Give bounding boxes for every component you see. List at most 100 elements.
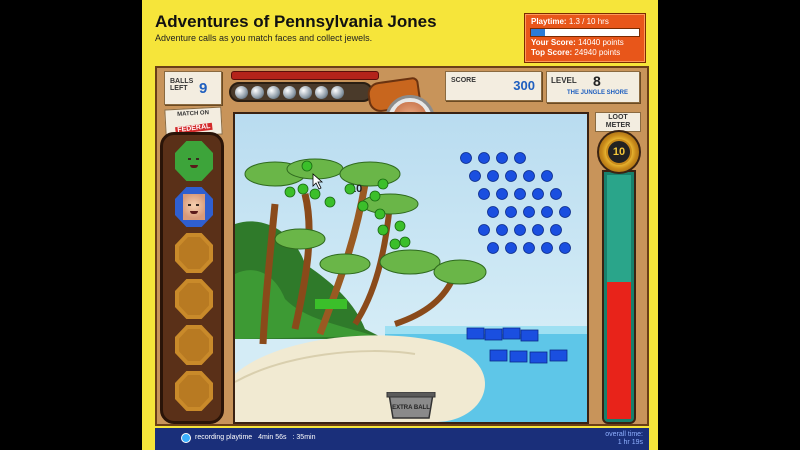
face-slot-6 bbox=[175, 371, 213, 411]
blue-brick bbox=[484, 328, 503, 341]
playtime-progress-fill bbox=[531, 29, 546, 36]
playfield-scene: 10 bbox=[235, 152, 587, 422]
level-plaque: LEVEL 8 THE JUNGLE SHORE bbox=[546, 71, 640, 103]
queued-ball bbox=[331, 86, 344, 99]
recording-status: recording playtime 4min 56s : 35min bbox=[195, 434, 319, 441]
loot-meter-value: 10 bbox=[606, 139, 632, 165]
queued-ball bbox=[267, 86, 280, 99]
balls-left-label: BALLS LEFT bbox=[170, 78, 193, 92]
blue-jewel bbox=[487, 242, 499, 254]
blue-jewel bbox=[523, 206, 535, 218]
blue-jewel bbox=[505, 206, 517, 218]
green-jewel bbox=[369, 190, 381, 202]
face-slot-5 bbox=[175, 325, 213, 365]
blue-jewel bbox=[478, 152, 490, 164]
blue-jewel bbox=[514, 188, 526, 200]
balls-left-label-line2: LEFT bbox=[170, 85, 188, 92]
green-jewel bbox=[301, 160, 313, 172]
record-icon bbox=[181, 433, 191, 443]
queued-ball bbox=[299, 86, 312, 99]
blue-jewel bbox=[532, 224, 544, 236]
blue-jewel bbox=[541, 242, 553, 254]
green-jewel bbox=[357, 200, 369, 212]
loot-meter-fill bbox=[607, 281, 631, 419]
blue-jewel bbox=[496, 152, 508, 164]
blue-jewel bbox=[505, 242, 517, 254]
blue-jewel bbox=[514, 224, 526, 236]
blue-jewel bbox=[541, 206, 553, 218]
queued-ball bbox=[235, 86, 248, 99]
blue-jewel bbox=[487, 170, 499, 182]
blue-jewel bbox=[514, 152, 526, 164]
face-slot-2 bbox=[175, 187, 213, 227]
score-label: SCORE bbox=[451, 77, 476, 84]
blue-brick bbox=[502, 327, 521, 340]
level-label: LEVEL bbox=[551, 76, 577, 85]
blue-jewel bbox=[487, 206, 499, 218]
footer-bar: recording playtime 4min 56s : 35min over… bbox=[155, 428, 649, 450]
blue-jewel bbox=[478, 188, 490, 200]
blue-jewel bbox=[460, 152, 472, 164]
match-on-label: MATCH ON bbox=[176, 110, 210, 118]
overall-time: overall time: 1 hr 19s bbox=[605, 431, 643, 447]
green-bricks bbox=[315, 299, 347, 309]
face-slot-4 bbox=[175, 279, 213, 319]
queued-ball bbox=[283, 86, 296, 99]
blue-brick bbox=[509, 350, 528, 363]
green-face-icon bbox=[183, 148, 205, 174]
green-jewel bbox=[377, 224, 389, 236]
overall-time-label: overall time: bbox=[605, 431, 643, 438]
blue-brick bbox=[466, 327, 485, 340]
green-jewel bbox=[389, 238, 401, 250]
top-score-row: Top Score: 24940 points bbox=[531, 48, 620, 57]
blue-jewel bbox=[523, 242, 535, 254]
playfield[interactable]: 10 bbox=[233, 112, 589, 424]
blue-brick bbox=[529, 351, 548, 364]
blue-brick bbox=[549, 349, 568, 362]
your-score-row: Your Score: 14040 points bbox=[531, 38, 624, 47]
balls-left-plaque: BALLS LEFT 9 bbox=[164, 71, 222, 105]
overall-time-value: 1 hr 19s bbox=[617, 439, 643, 446]
level-value: 8 bbox=[593, 73, 601, 89]
player-stats-panel: Playtime: 1.3 / 10 hrs Your Score: 14040… bbox=[524, 13, 646, 63]
face-match-sidebar bbox=[160, 132, 224, 424]
blue-face-icon bbox=[183, 194, 205, 220]
playtime-row: Playtime: 1.3 / 10 hrs bbox=[531, 17, 609, 26]
blue-jewel bbox=[478, 224, 490, 236]
face-slot-1 bbox=[175, 141, 213, 181]
blue-jewel bbox=[523, 170, 535, 182]
balls-left-label-line1: BALLS bbox=[170, 78, 194, 85]
green-jewel bbox=[297, 183, 309, 195]
face-slot-3 bbox=[175, 233, 213, 273]
green-jewel bbox=[399, 236, 411, 248]
playtime-label: Playtime: bbox=[531, 17, 567, 26]
queued-ball bbox=[251, 86, 264, 99]
blue-jewel bbox=[559, 206, 571, 218]
blue-jewel bbox=[550, 224, 562, 236]
blue-jewel bbox=[496, 188, 508, 200]
loot-coin-icon: 10 bbox=[597, 130, 641, 174]
loot-meter-tube bbox=[602, 170, 636, 424]
green-jewel bbox=[284, 186, 296, 198]
loot-label-line1: LOOT bbox=[608, 114, 628, 121]
recording-label: recording playtime bbox=[195, 434, 253, 441]
loot-meter-sign: LOOT METER bbox=[595, 112, 641, 132]
blue-jewel bbox=[550, 188, 562, 200]
blue-brick bbox=[489, 349, 508, 362]
blue-jewel bbox=[469, 170, 481, 182]
game-subtitle: Adventure calls as you match faces and c… bbox=[155, 33, 373, 43]
loot-label-line2: METER bbox=[605, 122, 631, 129]
your-score-value: 14040 points bbox=[577, 38, 624, 47]
blue-jewel bbox=[541, 170, 553, 182]
extra-ball-bin: EXTRA BALL bbox=[386, 392, 436, 419]
top-score-value: 24940 points bbox=[574, 48, 621, 57]
total-time: : 35min bbox=[292, 434, 316, 441]
blue-jewel bbox=[496, 224, 508, 236]
ball-queue-tube bbox=[229, 82, 373, 102]
power-bar bbox=[231, 71, 379, 80]
green-jewel bbox=[344, 183, 356, 195]
queued-ball bbox=[315, 86, 328, 99]
green-jewel bbox=[374, 208, 386, 220]
top-score-label: Top Score: bbox=[531, 48, 573, 57]
blue-brick bbox=[520, 329, 539, 342]
